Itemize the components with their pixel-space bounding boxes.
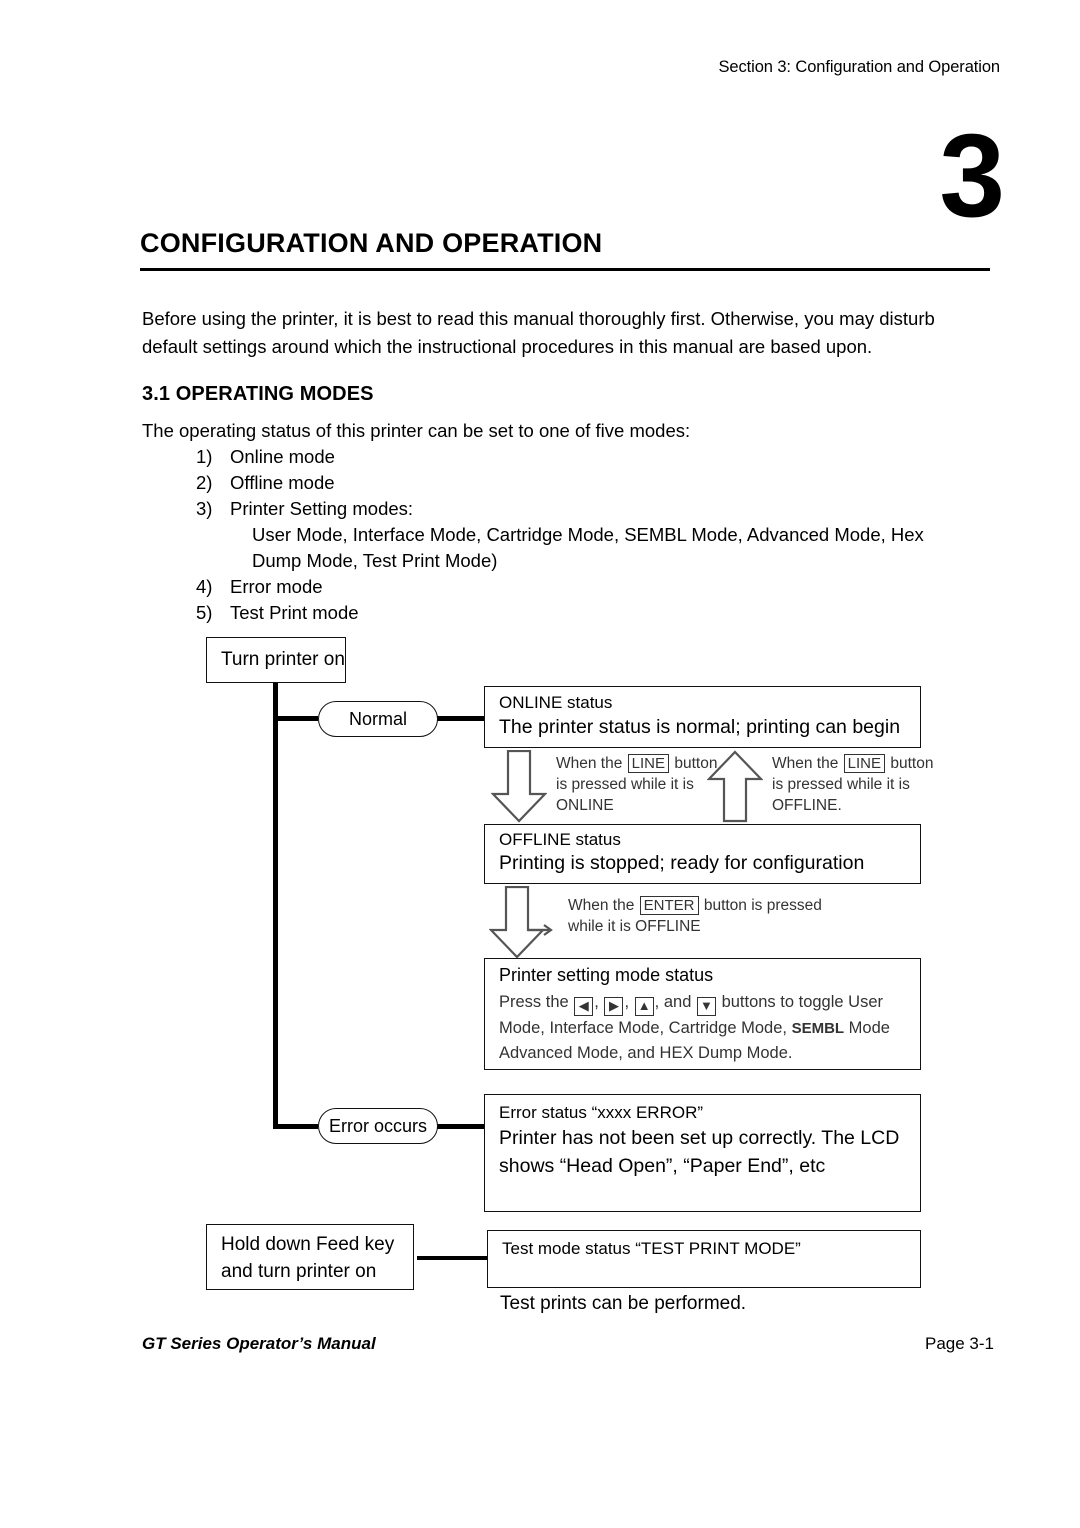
offline-status-box[interactable]: OFFLINE status Printing is stopped; read… [484,824,921,884]
list-item-label: Online mode [230,446,335,467]
arrow-up-text-line3: OFFLINE. [772,797,842,814]
sembl-label: SEMBL [791,1020,845,1037]
test-print-caption: Test prints can be performed. [500,1293,747,1314]
printer-setting-mode-line-c: Advanced Mode, and HEX Dump Mode. [499,1044,793,1062]
printer-setting-mode-title: Printer setting mode status [499,965,714,985]
start-box[interactable]: Turn printer on [206,637,354,691]
online-status-body: The printer status is normal; printing c… [499,716,901,738]
offline-status-title: OFFLINE status [499,830,621,849]
list-item-sublabel-line1: User Mode, Interface Mode, Cartridge Mod… [252,524,924,545]
operating-modes-list: 1) Online mode 2) Offline mode 3) Printe… [196,444,996,626]
list-item-label: Error mode [230,576,323,597]
arrow-down-text-line2: is pressed while it is [556,776,694,793]
branch-normal-label: Normal [348,708,407,729]
printer-setting-mode-line-a: Press the ◀, ▶, ▲, and ▼ buttons to togg… [499,990,890,1016]
intro-paragraph: Before using the printer, it is best to … [142,308,935,357]
arrow-down-annotation: When the LINE button is pressed while it… [556,753,717,816]
page-title: CONFIGURATION AND OPERATION [140,228,603,258]
arrow-enter-text-pre: When the [568,897,635,914]
title-divider [140,268,990,271]
connector-to-normal [273,716,318,721]
section-lead-in: The operating status of this printer can… [142,420,691,441]
chapter-number: 3 [939,110,1005,242]
test-print-start-line2: and turn printer on [221,1261,377,1282]
test-mode-status-box[interactable]: Test mode status “TEST PRINT MODE” [487,1230,921,1288]
online-status-box[interactable]: ONLINE status The printer status is norm… [484,686,921,748]
offline-status-body: Printing is stopped; ready for configura… [499,852,865,874]
connector-normal-to-online [437,716,485,721]
test-print-start-line1: Hold down Feed key [221,1234,395,1255]
online-status-title: ONLINE status [499,693,613,712]
setting-and-text: , and [654,993,692,1011]
list-item: 3) Printer Setting modes: [196,496,996,522]
footer-page-number: Page 3-1 [925,1334,994,1353]
list-item: 1) Online mode [196,444,996,470]
arrow-right-key-icon[interactable]: ▶ [604,997,624,1016]
list-item-number: 1) [196,446,213,467]
list-item: 2) Offline mode [196,470,996,496]
arrow-down-offline-to-setting [489,886,553,959]
arrow-up-text-line2: is pressed while it is [772,776,910,793]
enter-key-icon[interactable]: ENTER [639,896,699,915]
branch-error-label: Error occurs [328,1115,427,1136]
arrow-enter-annotation: When the ENTER button is pressed while i… [568,895,822,937]
line-key-icon[interactable]: LINE [843,754,886,773]
arrow-up-key-icon[interactable]: ▲ [634,997,654,1016]
arrow-down-text-line3: ONLINE [556,797,614,814]
list-item-label: Offline mode [230,472,335,493]
printer-setting-mode-box[interactable]: Printer setting mode status Press the ◀,… [484,958,921,1070]
setting-toggle-text: buttons to toggle User [721,993,883,1011]
connector-testprint-to-testmode [417,1256,487,1260]
arrow-down-online-to-offline [491,750,547,823]
arrow-up-text-pre: When the [772,755,839,772]
list-item-number: 5) [196,602,213,623]
list-item-number: 4) [196,576,213,597]
list-item-sublabel-line2: Dump Mode, Test Print Mode) [252,550,498,571]
error-status-body-line1: Printer has not been set up correctly. T… [499,1127,900,1149]
arrow-left-key-icon[interactable]: ◀ [574,997,594,1016]
list-item-number: 2) [196,472,213,493]
arrow-up-annotation: When the LINE button is pressed while it… [772,753,933,816]
test-print-start-box[interactable]: Hold down Feed key and turn printer on [206,1224,422,1298]
branch-normal-pill[interactable]: Normal [318,701,438,737]
arrow-down-text-post: button [674,755,718,772]
section-heading: 3.1 OPERATING MODES [142,383,374,405]
list-item-label: Test Print mode [230,602,359,623]
connector-to-error [273,1124,318,1129]
setting-modes-text-post: Mode [848,1019,890,1037]
start-box-label: Turn printer on [221,649,345,670]
branch-error-pill[interactable]: Error occurs [318,1108,438,1144]
printer-setting-mode-line-b: Mode, Interface Mode, Cartridge Mode, SE… [499,1016,890,1041]
list-item-label: Printer Setting modes: [230,498,414,519]
running-head: Section 3: Configuration and Operation [718,58,1001,76]
list-item: 4) Error mode [196,574,996,600]
error-status-body-line2: shows “Head Open”, “Paper End”, etc [499,1155,826,1177]
list-item: 5) Test Print mode [196,600,996,626]
error-status-title: Error status “xxxx ERROR” [499,1103,704,1122]
arrow-enter-text-line2: while it is OFFLINE [568,918,701,935]
list-item-number: 3) [196,498,213,519]
arrow-down-text-pre: When the [556,755,623,772]
arrow-down-key-icon[interactable]: ▼ [696,997,716,1016]
test-mode-status-title: Test mode status “TEST PRINT MODE” [502,1239,801,1258]
connector-error-to-errorbox [437,1124,485,1129]
line-key-icon[interactable]: LINE [627,754,670,773]
connector-trunk-vertical [273,683,278,1129]
arrow-up-text-post: button [890,755,934,772]
arrow-enter-text-post: button is pressed [703,897,822,914]
setting-modes-text-pre: Mode, Interface Mode, Cartridge Mode, [499,1019,787,1037]
setting-press-the-text: Press the [499,993,569,1011]
error-status-box[interactable]: Error status “xxxx ERROR” Printer has no… [484,1094,921,1212]
footer-manual-name: GT Series Operator’s Manual [142,1334,376,1353]
